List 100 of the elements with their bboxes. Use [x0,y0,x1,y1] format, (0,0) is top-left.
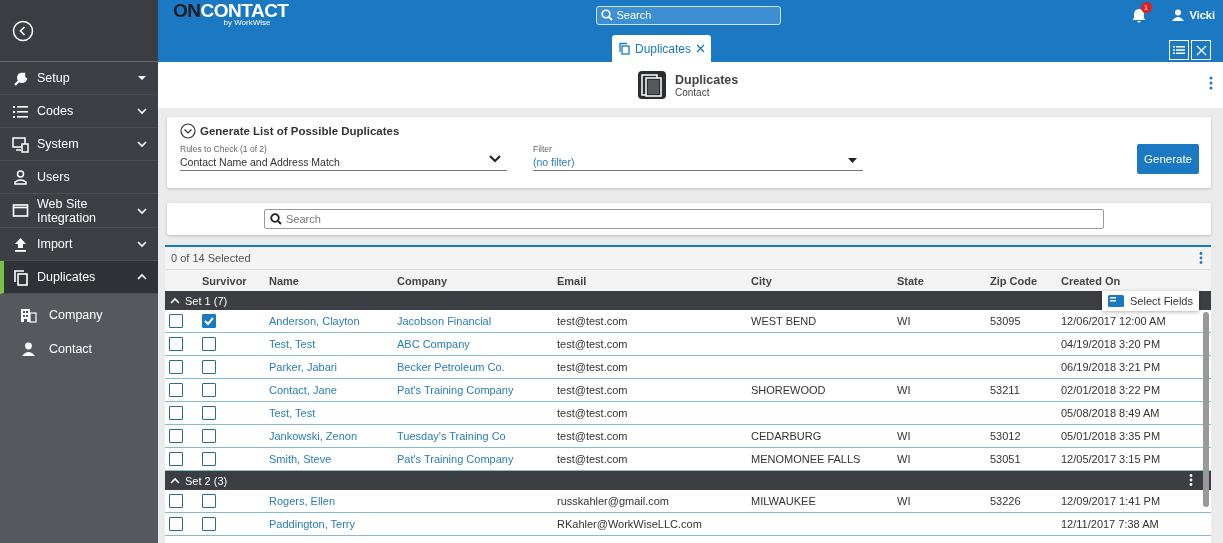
chevron-up-icon [169,295,181,306]
row-checkbox[interactable] [169,406,183,420]
monitor-icon [12,135,29,153]
user-menu[interactable]: Vicki [1171,9,1215,21]
row-checkbox[interactable] [169,429,183,443]
name-link[interactable]: Test, Test [262,407,390,419]
name-link[interactable]: Rogers, Ellen [262,495,390,507]
sidebar-item[interactable]: Import [0,228,158,261]
table-cell-text: MENOMONEE FALLS [750,453,862,465]
column-header[interactable]: City [744,274,890,287]
table-cell-text: 05/01/2018 3:35 PM [1060,430,1162,442]
name-link[interactable]: Anderson, Clayton [262,315,390,327]
column-header[interactable]: Created On [1054,274,1211,287]
name-link[interactable]: Contact, Jane [262,384,390,396]
logo: ONCONTACT by WorkWise [173,0,289,26]
survivor-checkbox[interactable] [202,452,216,466]
sidebar-item[interactable]: Duplicates [0,261,158,294]
name-link[interactable]: Parker, Jabari [262,361,390,373]
row-checkbox[interactable] [169,494,183,508]
table-cell-text: WI [896,495,912,507]
column-header[interactable]: State [890,274,983,287]
survivor-checkbox[interactable] [202,429,216,443]
survivor-checkbox[interactable] [202,337,216,351]
window-icon [12,202,29,219]
table-cell-text: WI [896,430,912,442]
tab[interactable]: Duplicates [612,35,712,62]
back-icon[interactable] [12,19,34,42]
caret-icon [136,73,148,83]
row-checkbox[interactable] [169,452,183,466]
table-cell-text: WEST BEND [750,315,818,327]
name-link[interactable]: Jankowski, Zenon [262,430,390,442]
select-fields-menu-item[interactable]: Select Fields [1102,291,1199,311]
table-cell-text: test@test.com [556,315,629,327]
row-checkbox[interactable] [169,314,183,328]
sidebar-item[interactable]: Web Site Integration [0,194,158,228]
close-icon[interactable] [696,44,706,53]
chevron-up-icon [169,475,181,486]
chevron-down-icon [489,154,501,163]
column-header[interactable]: Survivor [195,274,262,287]
survivor-checkbox[interactable] [202,517,216,531]
table-cell-text: 12/05/2017 3:15 PM [1060,453,1162,465]
column-header[interactable]: Company [390,274,550,287]
chevron-down-icon [136,239,148,249]
sidebar-item[interactable]: Codes [0,95,158,128]
company-link[interactable]: Pat's Training Company [390,384,550,396]
company-link[interactable]: Pat's Training Company [390,453,550,465]
column-header[interactable]: Zip Code [983,274,1054,287]
column-header[interactable]: Name [262,274,390,287]
table-cell-text: 05/08/2018 8:49 AM [1060,407,1161,419]
company-link[interactable]: Becker Petroleum Co. [390,361,550,373]
copy-icon [637,70,667,100]
rules-dropdown[interactable]: Rules to Check (1 of 2) Contact Name and Address Match [180,144,507,171]
table-cell-text: MILWAUKEE [750,495,817,507]
search-input[interactable]: Search [616,6,781,24]
table-cell-text: test@test.com [556,430,629,442]
row-checkbox[interactable] [169,383,183,397]
generate-button[interactable]: Generate [1137,144,1199,174]
survivor-checkbox[interactable] [202,360,216,374]
name-link[interactable]: Paddington, Terry [262,518,390,530]
survivor-checkbox[interactable] [202,406,216,420]
table-cell-text: test@test.com [556,407,629,419]
row-checkbox[interactable] [169,517,183,531]
table-cell-text: 12/06/2017 12:00 AM [1060,315,1167,327]
row-checkbox[interactable] [169,360,183,374]
survivor-checkbox[interactable] [202,383,216,397]
survivor-checkbox[interactable] [202,494,216,508]
table-cell-text: russkahler@gmail.com [556,495,671,507]
copy-icon [12,268,29,286]
company-link[interactable]: Tuesday's Training Co [390,430,550,442]
table-cell-text: WI [896,315,912,327]
column-header[interactable]: Email [550,274,744,287]
table-cell-text: 04/19/2018 3:20 PM [1060,338,1162,350]
filter-dropdown[interactable]: Filter (no filter) [533,144,863,171]
table-cell-text: 53012 [989,430,1022,442]
more-icon[interactable] [1189,474,1193,486]
more-icon[interactable] [1209,76,1213,90]
bell-icon[interactable] [1131,7,1146,23]
name-link[interactable]: Test, Test [262,338,390,350]
sidebar-item[interactable]: Users [0,161,158,194]
table-cell-text: test@test.com [556,453,629,465]
caret-icon [848,158,857,163]
collapse-icon[interactable] [180,123,196,139]
company-link[interactable]: Jacobson Financial [390,315,550,327]
sidebar-item[interactable]: Setup [0,62,158,95]
row-checkbox[interactable] [169,337,183,351]
table-cell-text: 12/09/2017 1:41 PM [1060,495,1162,507]
table-cell-text: test@test.com [556,361,629,373]
group-header[interactable]: Set 2 (3) [165,471,1211,490]
table-cell-text: SHOREWOOD [750,384,827,396]
company-link[interactable]: ABC Company [390,338,550,350]
sidebar-item[interactable]: System [0,128,158,161]
list-view-button[interactable] [1169,40,1189,60]
name-link[interactable]: Smith, Steve [262,453,390,465]
scrollbar[interactable] [1203,312,1209,507]
table-cell-text: WI [896,453,912,465]
table-cell-text: 53226 [989,495,1022,507]
close-all-button[interactable] [1191,40,1211,60]
table-cell-text: RKahler@WorkWiseLLC.com [556,518,703,530]
table-cell-text: test@test.com [556,384,629,396]
survivor-checkbox[interactable] [202,314,216,328]
